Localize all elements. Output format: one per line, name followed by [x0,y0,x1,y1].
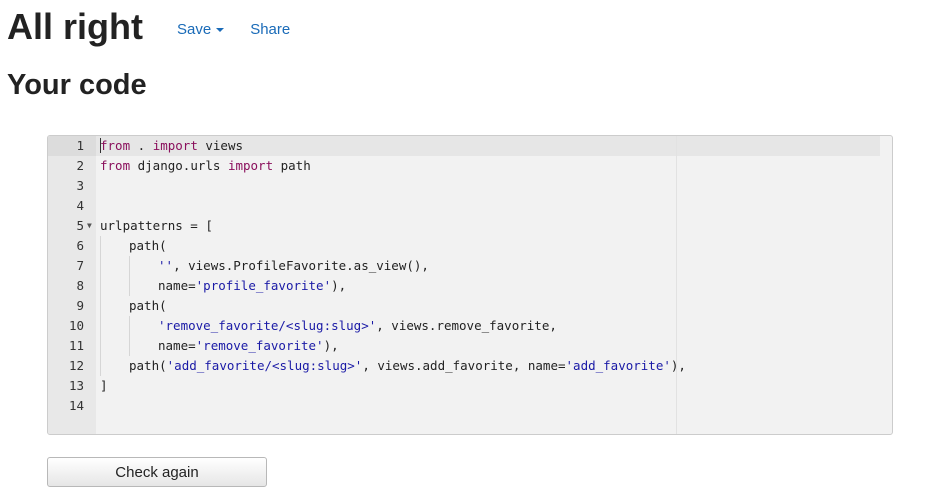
share-link[interactable]: Share [250,21,290,38]
code-line[interactable]: 4 [48,196,880,216]
line-content: path( [129,238,167,253]
code-line[interactable]: 13 ] [48,376,880,396]
keyword-token: import [152,138,198,153]
string-token: 'add_favorite' [565,358,671,373]
code-line[interactable]: 2 from django.urls import path [48,156,880,176]
code-token: path [273,158,311,173]
indent-guide [100,356,101,376]
code-line[interactable]: 5 ▼ urlpatterns = [ [48,216,880,236]
line-content: urlpatterns = [ [100,218,213,233]
line-number: 4 [76,198,84,213]
indent-guide [100,276,101,296]
line-content: 'remove_favorite/<slug:slug>', views.rem… [158,316,557,336]
code-line[interactable]: 1 from . import views [48,136,880,156]
code-token: ), [323,338,339,353]
line-content: ] [100,378,108,393]
code-token: , views.ProfileFavorite.as_view(), [173,258,429,273]
indent-guide [100,296,101,316]
string-token: 'profile_favorite' [195,278,332,293]
header: All right Save Share [7,4,290,50]
code-line[interactable]: 6 path( [48,236,880,256]
line-content: name='profile_favorite'), [158,276,346,296]
string-token: 'remove_favorite/<slug:slug>' [158,318,377,333]
line-number: 14 [68,398,84,413]
code-editor[interactable]: 1 from . import views 2 from django.urls… [47,135,893,435]
indent-guide [129,336,130,356]
code-token: views [197,138,243,153]
page-title: All right [7,6,143,47]
caret-down-icon [216,28,225,32]
code-line[interactable]: 8 name='profile_favorite'), [48,276,880,296]
code-token: ), [670,358,686,373]
code-token: , views.remove_favorite, [376,318,557,333]
indent-guide [100,256,101,276]
line-content: from django.urls import path [100,156,311,176]
line-content: '', views.ProfileFavorite.as_view(), [158,256,429,276]
code-token: . [130,138,153,153]
header-links: Save Share [177,21,290,38]
line-number: 12 [68,358,84,373]
code-token: django.urls [130,158,228,173]
code-line[interactable]: 11 name='remove_favorite'), [48,336,880,356]
code-line[interactable]: 10 'remove_favorite/<slug:slug>', views.… [48,316,880,336]
fold-arrow-icon[interactable]: ▼ [87,216,92,236]
code-token: , views.add_favorite, name= [362,358,566,373]
indent-guide [129,316,130,336]
line-number: 13 [68,378,84,393]
keyword-token: import [227,158,274,173]
line-content: from . import views [100,136,243,156]
indent-guide [100,236,101,256]
keyword-token: from [100,158,131,173]
line-content: path( [129,298,167,313]
check-again-button[interactable]: Check again [47,457,267,487]
line-number: 9 [76,298,84,313]
code-line[interactable]: 9 path( [48,296,880,316]
indent-guide [100,316,101,336]
string-token: 'remove_favorite' [195,338,324,353]
line-number: 6 [76,238,84,253]
line-content: name='remove_favorite'), [158,336,339,356]
line-content: path('add_favorite/<slug:slug>', views.a… [129,356,686,376]
code-line[interactable]: 14 [48,396,880,416]
line-number: 1 [76,138,84,153]
code-token: ), [331,278,347,293]
code-token: name= [158,278,196,293]
code-token: name= [158,338,196,353]
indent-guide [129,256,130,276]
code-line[interactable]: 7 '', views.ProfileFavorite.as_view(), [48,256,880,276]
line-number: 10 [68,318,84,333]
line-number: 7 [76,258,84,273]
code-token: path( [129,358,167,373]
keyword-token: from [100,138,131,153]
line-number: 5 [76,218,84,233]
string-token: '' [158,258,174,273]
line-number: 2 [76,158,84,173]
string-token: 'add_favorite/<slug:slug>' [166,358,363,373]
section-title: Your code [7,69,147,101]
save-label: Save [176,20,212,38]
indent-guide [100,336,101,356]
line-number: 11 [68,338,84,353]
code-line[interactable]: 3 [48,176,880,196]
save-dropdown-button[interactable]: Save [176,20,225,38]
code-line[interactable]: 12 path('add_favorite/<slug:slug>', view… [48,356,880,376]
line-number: 3 [76,178,84,193]
line-number: 8 [76,278,84,293]
indent-guide [129,276,130,296]
